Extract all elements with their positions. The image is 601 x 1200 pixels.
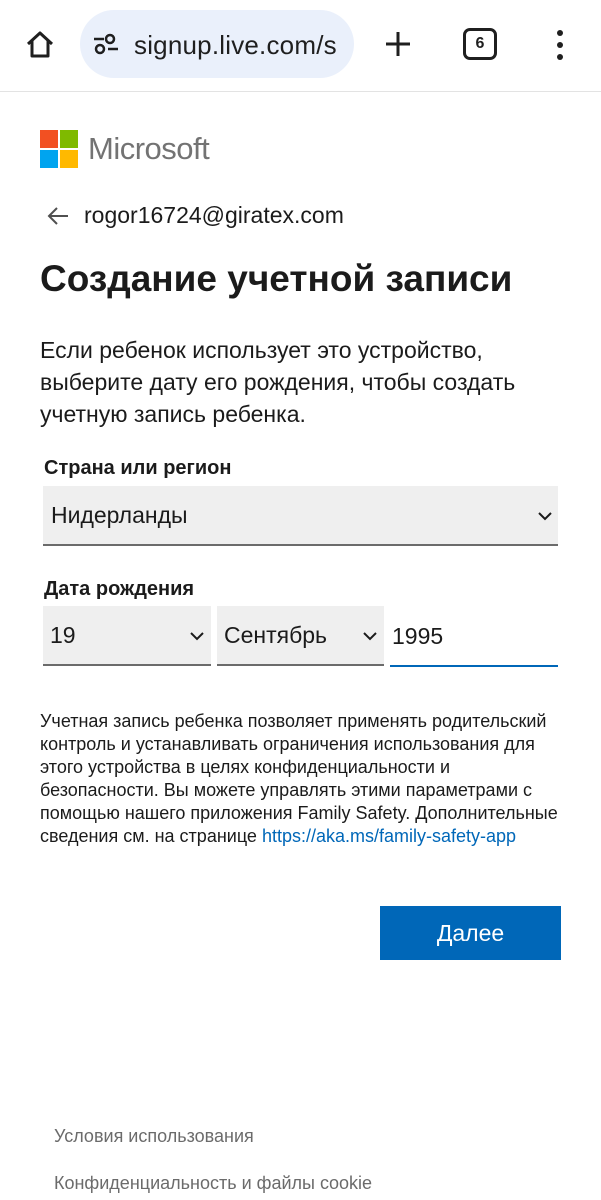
tab-count: 6 [475,35,485,52]
birth-year-input[interactable] [390,606,558,667]
browser-menu-button[interactable] [548,26,572,64]
country-select[interactable]: Нидерланды [43,486,558,546]
home-icon [26,31,54,58]
chevron-down-icon [363,632,377,641]
microsoft-logo: Microsoft [40,130,210,168]
birth-day-select[interactable]: 19 [43,606,211,666]
home-button[interactable] [20,24,60,64]
birth-month-value: Сентябрь [224,622,328,648]
birth-month-select[interactable]: Сентябрь [217,606,384,666]
url-text[interactable]: signup.live.com/s [134,30,337,61]
birth-day-value: 19 [50,622,76,648]
more-vert-icon-dot [557,54,563,60]
privacy-cookies-link[interactable]: Конфиденциальность и файлы cookie [54,1173,372,1194]
more-vert-icon-dot [557,30,563,36]
page-description: Если ребенок использует это устройство, … [40,337,516,427]
more-vert-icon-dot [557,42,563,48]
microsoft-wordmark: Microsoft [88,131,210,166]
site-settings-icon[interactable] [92,32,120,56]
microsoft-logo-icon [40,130,78,168]
country-select-value: Нидерланды [51,502,188,528]
family-safety-link[interactable]: https://aka.ms/family-safety-app [262,826,516,846]
birthdate-label: Дата рождения [44,578,195,600]
page-title: Создание учетной записи [40,258,513,299]
back-arrow-icon[interactable] [46,203,72,229]
chevron-down-icon [538,512,552,521]
next-button[interactable]: Далее [380,906,561,960]
tab-switcher-button[interactable]: 6 [463,28,497,60]
address-bar[interactable]: signup.live.com/s [80,10,354,78]
browser-toolbar: signup.live.com/s 6 [0,0,601,92]
plus-icon [386,32,410,56]
account-email: rogor16724@giratex.com [84,202,344,228]
identity-banner: rogor16724@giratex.com [46,202,344,229]
child-account-notice: Учетная запись ребенка позволяет применя… [40,710,565,848]
new-tab-button[interactable] [378,24,418,64]
chevron-down-icon [190,632,204,641]
country-label: Страна или регион [44,457,232,479]
terms-of-use-link[interactable]: Условия использования [54,1126,254,1147]
